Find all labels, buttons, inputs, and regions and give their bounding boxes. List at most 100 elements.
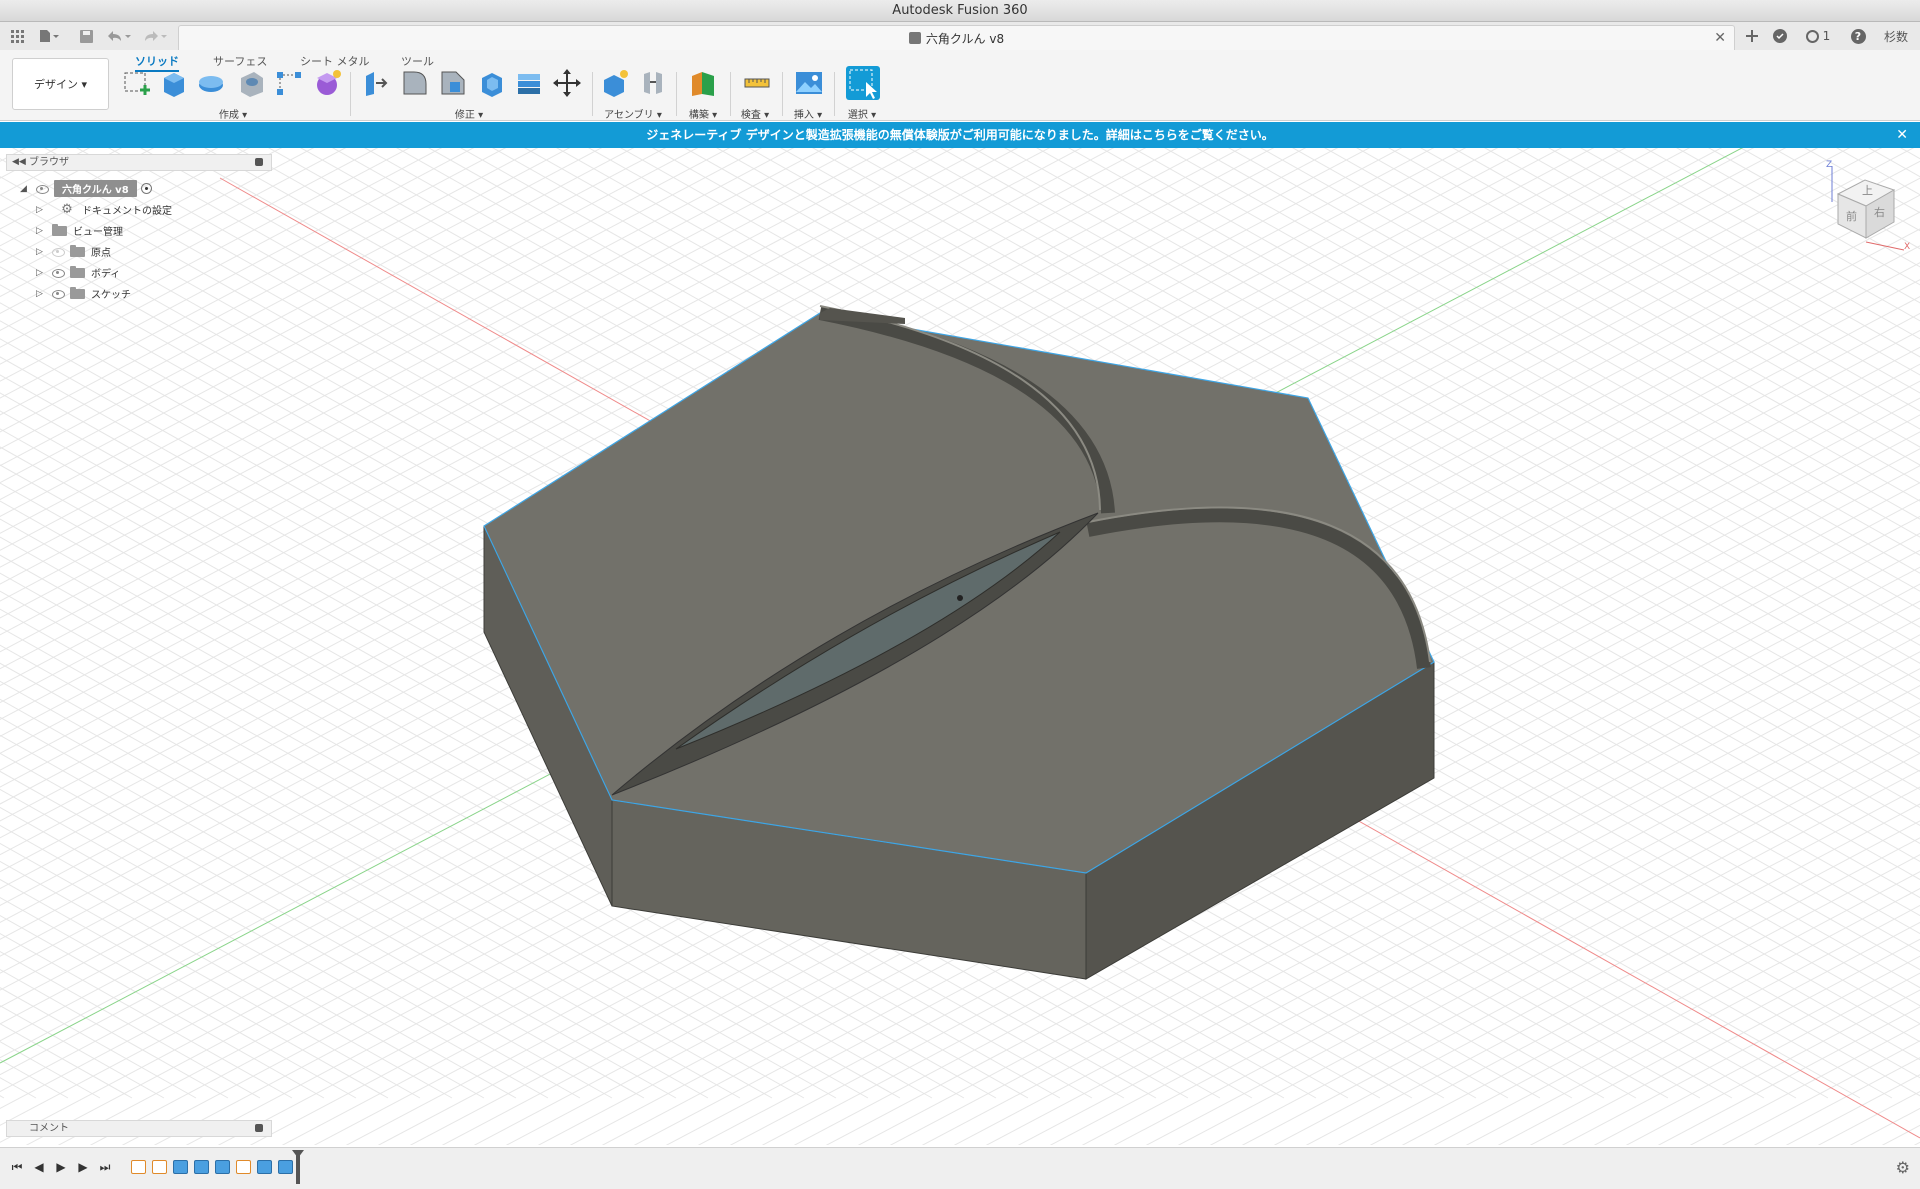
expand-triangle-icon[interactable]: ▷: [36, 289, 46, 299]
timeline-sketch-feature[interactable]: [131, 1160, 146, 1174]
timeline-settings-gear-icon[interactable]: ⚙: [1896, 1158, 1910, 1177]
insert-image-icon[interactable]: [794, 68, 824, 98]
timeline-extrude-feature[interactable]: [194, 1160, 209, 1174]
fillet-icon[interactable]: [400, 68, 430, 98]
grid-line: [1593, 972, 1920, 1145]
hole-icon[interactable]: [236, 68, 266, 98]
expand-triangle-icon[interactable]: ▷: [36, 226, 46, 236]
move-icon[interactable]: [552, 68, 582, 98]
redo-icon[interactable]: [140, 22, 170, 50]
group-insert[interactable]: 挿入 ▾: [788, 106, 828, 121]
shell-icon[interactable]: [476, 68, 506, 98]
expand-triangle-icon[interactable]: ▷: [36, 268, 46, 278]
timeline-extrude-feature[interactable]: [215, 1160, 230, 1174]
model-canvas[interactable]: [0, 148, 1920, 1145]
sketch-point[interactable]: [957, 595, 963, 601]
group-select[interactable]: 選択 ▾: [842, 106, 882, 121]
comments-title: コメント: [29, 1123, 69, 1134]
canvas-viewport[interactable]: 上 前 右 Z X: [0, 148, 1920, 1145]
promo-banner[interactable]: ジェネレーティブ デザインと製造拡張機能の無償体験版がご利用可能になりました。詳…: [0, 122, 1920, 148]
timeline-sketch-feature[interactable]: [152, 1160, 167, 1174]
collapse-browser-icon[interactable]: ◀◀: [12, 155, 26, 170]
visibility-eye-icon[interactable]: [34, 184, 50, 194]
grid-line: [1784, 148, 1920, 1145]
grid-line: [1548, 148, 1920, 358]
close-tab-icon[interactable]: ✕: [1714, 30, 1726, 46]
timeline-extrude-feature[interactable]: [173, 1160, 188, 1174]
timeline-extrude-feature[interactable]: [257, 1160, 272, 1174]
browser-item-bodies[interactable]: ▷ ボディ: [36, 264, 120, 281]
timeline-sketch-feature[interactable]: [236, 1160, 251, 1174]
visibility-eye-icon[interactable]: [50, 289, 66, 299]
new-tab-button[interactable]: [1740, 22, 1764, 50]
viewcube[interactable]: 上 前 右 Z X: [1820, 160, 1910, 252]
group-modify[interactable]: 修正 ▾: [444, 106, 494, 121]
undo-icon[interactable]: [104, 22, 134, 50]
viewcube-top[interactable]: 上: [1862, 182, 1873, 198]
activate-radio-icon[interactable]: [140, 183, 152, 194]
tab-sheet-metal[interactable]: シート メタル: [300, 53, 370, 69]
select-icon[interactable]: [846, 66, 880, 100]
step-back-icon[interactable]: ◀: [30, 1158, 48, 1176]
file-menu-icon[interactable]: [36, 22, 62, 50]
group-construct[interactable]: 構築 ▾: [683, 106, 723, 121]
job-status-icon[interactable]: [1768, 22, 1792, 50]
expand-triangle-icon[interactable]: ▷: [36, 247, 46, 257]
browser-item-origin[interactable]: ▷ 原点: [36, 243, 111, 260]
create-sketch-icon[interactable]: [122, 68, 152, 98]
tab-surface[interactable]: サーフェス: [213, 53, 267, 69]
tab-tools[interactable]: ツール: [401, 53, 434, 69]
comments-panel-header[interactable]: コメント: [6, 1120, 272, 1137]
play-icon[interactable]: ▶: [52, 1158, 70, 1176]
joint-icon[interactable]: [638, 68, 668, 98]
combine-icon[interactable]: [514, 68, 544, 98]
visibility-eye-icon[interactable]: [50, 268, 66, 278]
banner-text[interactable]: ジェネレーティブ デザインと製造拡張機能の無償体験版がご利用可能になりました。詳…: [646, 128, 1273, 142]
group-assemble[interactable]: アセンブリ ▾: [598, 106, 668, 121]
new-component-icon[interactable]: [600, 68, 630, 98]
go-to-start-icon[interactable]: ⏮: [8, 1158, 26, 1176]
document-tab[interactable]: 六角クルん v8 ✕: [178, 25, 1735, 50]
visibility-eye-icon[interactable]: [50, 247, 66, 257]
quick-access-bar: 六角クルん v8 ✕: [0, 22, 1920, 50]
hexagon-body[interactable]: [483, 305, 1435, 980]
browser-panel-header[interactable]: ◀◀ ブラウザ: [6, 154, 272, 171]
chamfer-icon[interactable]: [438, 68, 468, 98]
user-account[interactable]: 杉数: [1878, 22, 1914, 50]
notifications-button[interactable]: 1: [1798, 22, 1838, 50]
viewcube-front[interactable]: 前: [1846, 208, 1857, 224]
timeline-marker[interactable]: [292, 1150, 304, 1184]
browser-item-sketches[interactable]: ▷ スケッチ: [36, 285, 131, 302]
revolve-icon[interactable]: [196, 68, 226, 98]
pin-icon[interactable]: [255, 1124, 263, 1132]
browser-item-document-settings[interactable]: ▷ ⚙ ドキュメントの設定: [36, 201, 172, 218]
expand-triangle-icon[interactable]: ◢: [20, 184, 30, 194]
press-pull-icon[interactable]: [362, 68, 392, 98]
browser-root-item[interactable]: ◢ 六角クルん v8: [20, 180, 152, 197]
workspace-switcher[interactable]: デザイン ▾: [12, 58, 109, 110]
folder-icon: [70, 265, 85, 278]
browser-item-named-views[interactable]: ▷ ビュー管理: [36, 222, 123, 239]
step-forward-icon[interactable]: ▶: [74, 1158, 92, 1176]
measure-icon[interactable]: [742, 68, 772, 98]
help-icon[interactable]: ?: [1846, 22, 1870, 50]
expand-triangle-icon[interactable]: ▷: [36, 205, 46, 215]
go-to-end-icon[interactable]: ⏭: [96, 1158, 114, 1176]
group-create[interactable]: 作成 ▾: [208, 106, 258, 121]
browser-item-label: スケッチ: [91, 290, 131, 301]
grid-line: [1657, 1006, 1920, 1145]
offset-plane-icon[interactable]: [688, 68, 718, 98]
save-icon[interactable]: [76, 22, 96, 50]
extrude-icon[interactable]: [158, 68, 188, 98]
root-component-label[interactable]: 六角クルん v8: [54, 180, 137, 197]
create-form-icon[interactable]: [312, 68, 342, 98]
viewcube-right[interactable]: 右: [1874, 204, 1885, 220]
ribbon-separator: [730, 72, 731, 116]
pin-icon[interactable]: [255, 158, 263, 166]
group-inspect[interactable]: 検査 ▾: [735, 106, 775, 121]
timeline-bar: ⏮ ◀ ▶ ▶ ⏭ ⚙: [0, 1147, 1920, 1189]
pattern-icon[interactable]: [274, 68, 304, 98]
timeline-extrude-feature[interactable]: [278, 1160, 293, 1174]
banner-close-icon[interactable]: ✕: [1896, 122, 1908, 148]
apps-grid-icon[interactable]: [6, 22, 28, 50]
